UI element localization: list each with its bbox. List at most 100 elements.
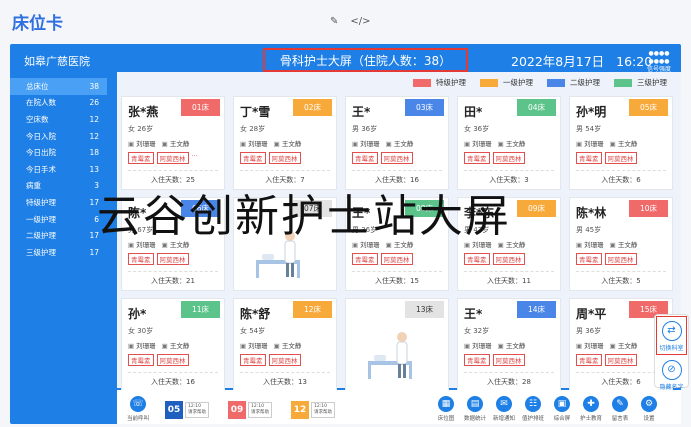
legend-swatch: [480, 78, 498, 87]
call-alert[interactable]: 05 12:10 请求帮助: [165, 401, 209, 419]
current-call-label: 当前呼叫: [127, 416, 150, 422]
switch-department-label: 切换科室: [659, 345, 684, 352]
sidebar-item[interactable]: 总床位 38: [10, 78, 107, 95]
allergy-tag: 青霉素: [128, 152, 154, 164]
staff-row: 刘珊珊王文静: [464, 138, 554, 148]
bottom-nav-button[interactable]: ✚ 护士教育: [577, 396, 605, 422]
sidebar-item-count: 12: [89, 131, 99, 141]
bed-card[interactable]: 01床张*燕 女 26岁 刘珊珊王文静 青霉素阿莫西林··· 入住天数：25: [121, 96, 225, 190]
days-value: 3: [524, 176, 529, 184]
alert-bed-number: 12: [291, 401, 309, 419]
patient-info: 男 36岁: [352, 125, 378, 133]
bed-card[interactable]: 11床孙* 女 30岁 刘珊珊王文静 青霉素阿莫西林 入住天数：16: [121, 298, 225, 392]
staff-row: 刘珊珊王文静: [128, 138, 218, 148]
sidebar-item[interactable]: 今日出院 18: [10, 144, 107, 161]
doctor-name: 刘珊珊: [576, 340, 604, 350]
allergy-tags: 青霉素 阿莫西林: [128, 354, 218, 366]
call-alert[interactable]: 09 12:10 请求帮助: [228, 401, 272, 419]
nurse-name: 王文静: [274, 138, 302, 148]
bed-card[interactable]: 14床王* 女 32岁 刘珊珊王文静 青霉素阿莫西林 入住天数：28: [457, 298, 561, 392]
alert-text: 请求帮助: [251, 410, 269, 415]
days-value: 16: [186, 378, 195, 386]
nav-icon: ✉: [496, 396, 512, 412]
bed-card[interactable]: 04床田* 女 36岁 刘珊珊王文静 青霉素阿莫西林 入住天数：3: [457, 96, 561, 190]
sidebar-item[interactable]: 空床数 12: [10, 111, 107, 128]
patient-info: 男 36岁: [576, 327, 602, 335]
bed-card[interactable]: 05床孙*明 男 54岁 刘珊珊王文静 青霉素阿莫西林 入住天数：6: [569, 96, 673, 190]
allergy-tag: 青霉素: [464, 152, 490, 164]
days-label: 入住天数: [151, 277, 180, 285]
signal-indicator: ●●●● ●●●● 信号强度: [647, 50, 671, 74]
bed-card[interactable]: 12床陈*舒 女 54岁 刘珊珊王文静 青霉素阿莫西林 入住天数：13: [233, 298, 337, 392]
legend-item: 二级护理: [547, 77, 600, 88]
bottom-nav-button[interactable]: ▣ 综合屏: [548, 396, 576, 422]
staff-row: 刘珊珊王文静: [128, 340, 218, 350]
bed-card[interactable]: 02床丁*雪 女 28岁 刘珊珊王文静 青霉素阿莫西林 入住天数：7: [233, 96, 337, 190]
bottom-nav-button[interactable]: ▤ 数据统计: [461, 396, 489, 422]
sidebar-item[interactable]: 二级护理 17: [10, 227, 107, 244]
empty-bed-card[interactable]: 13床: [345, 298, 449, 392]
bottom-nav-button[interactable]: ✉ 新增通知: [490, 396, 518, 422]
allergy-tags: 青霉素 阿莫西林: [352, 253, 442, 265]
bottom-nav-label: 留言表: [611, 416, 629, 422]
bottom-nav-button[interactable]: ✎ 留言表: [606, 396, 634, 422]
days-value: 11: [522, 277, 531, 285]
allergy-tag: 青霉素: [240, 354, 266, 366]
bed-number: 11床: [181, 301, 220, 318]
edit-icon[interactable]: ✎: [330, 16, 338, 27]
switch-department-button[interactable]: ⇄ 切换科室: [656, 316, 687, 355]
bottom-nav-button[interactable]: ▦ 床位图: [432, 396, 460, 422]
date-text: 2022年8月17日: [511, 54, 605, 69]
staff-row: 刘珊珊王文静: [352, 138, 442, 148]
nurse-name: 王文静: [498, 340, 526, 350]
sidebar-item-label: 特级护理: [26, 197, 56, 207]
sidebar-item[interactable]: 一级护理 6: [10, 211, 107, 228]
legend-swatch: [413, 78, 431, 87]
sidebar-item[interactable]: 今日手术 13: [10, 161, 107, 178]
code-icon[interactable]: </>: [350, 16, 370, 27]
hide-names-label: 隐藏名字: [659, 384, 684, 391]
allergy-tag: 青霉素: [352, 152, 378, 164]
nurse-name: 王文静: [498, 138, 526, 148]
bottom-nav-label: 护士教育: [579, 416, 602, 422]
sidebar-item-label: 总床位: [26, 81, 49, 91]
legend-item: 一级护理: [480, 77, 533, 88]
nurse-name: 王文静: [610, 239, 638, 249]
bed-card[interactable]: 03床王* 男 36岁 刘珊珊王文静 青霉素阿莫西林 入住天数：16: [345, 96, 449, 190]
current-call-button[interactable]: ☏ 当前呼叫: [127, 396, 149, 422]
allergy-tags: 青霉素 阿莫西林: [240, 354, 330, 366]
sidebar-item-label: 一级护理: [26, 214, 56, 224]
days-label: 入住天数: [487, 378, 516, 386]
doctor-name: 刘珊珊: [576, 239, 604, 249]
alert-info: 12:10 请求帮助: [311, 402, 335, 418]
patient-info: 男 54岁: [576, 125, 602, 133]
allergy-tags: 青霉素 阿莫西林: [128, 253, 218, 265]
sidebar-item[interactable]: 在院人数 26: [10, 95, 107, 112]
bottom-nav-button[interactable]: ☷ 值护排班: [519, 396, 547, 422]
sidebar-item[interactable]: 今日入院 12: [10, 128, 107, 145]
bottom-nav-label: 设置: [643, 416, 655, 422]
legend-swatch: [614, 78, 632, 87]
allergy-tag: 阿莫西林: [380, 253, 413, 265]
call-alert[interactable]: 12 12:10 请求帮助: [291, 401, 335, 419]
bottom-nav-button[interactable]: ⚙ 设置: [635, 396, 663, 422]
bottom-nav-label: 值护排班: [521, 416, 544, 422]
sidebar-item[interactable]: 特级护理 17: [10, 194, 107, 211]
hide-names-button[interactable]: ⊘ 隐藏名字: [655, 356, 688, 391]
staff-row: 刘珊珊王文静: [576, 239, 666, 249]
allergy-tags: 青霉素 阿莫西林: [576, 152, 666, 164]
bed-card[interactable]: 10床陈*林 男 45岁 刘珊珊王文静 青霉素阿莫西林 入住天数：5: [569, 197, 673, 291]
doctor-name: 刘珊珊: [352, 138, 380, 148]
bed-number: 04床: [517, 99, 556, 116]
more-icon[interactable]: ···: [192, 152, 198, 164]
allergy-tags: 青霉素 阿莫西林: [464, 152, 554, 164]
sidebar-item-count: 18: [89, 148, 99, 158]
sidebar-item[interactable]: 三级护理 17: [10, 244, 107, 261]
allergy-tag: 阿莫西林: [156, 354, 189, 366]
legend-label: 三级护理: [637, 78, 667, 87]
sidebar-item-label: 今日手术: [26, 164, 56, 174]
days-value: 13: [298, 378, 307, 386]
doctor-name: 刘珊珊: [464, 340, 492, 350]
sidebar-item[interactable]: 病重 3: [10, 178, 107, 195]
nurse-name: 王文静: [162, 340, 190, 350]
